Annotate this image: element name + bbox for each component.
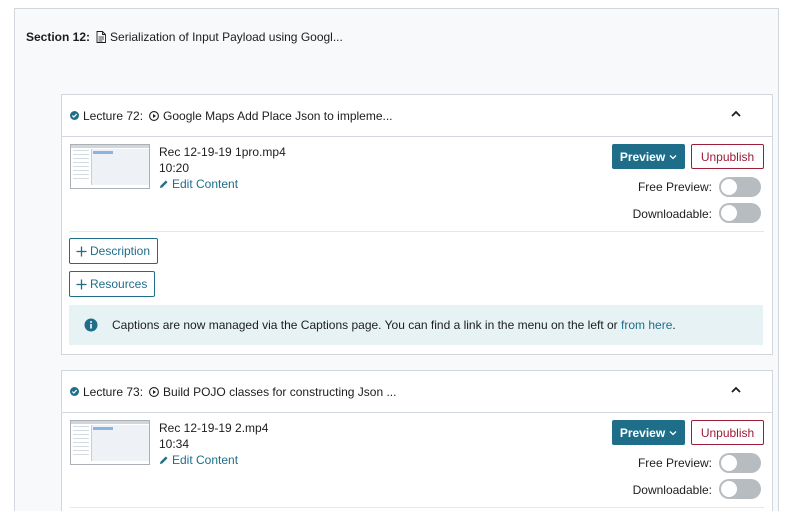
preview-label: Preview (619, 149, 666, 164)
lecture-72-card: Lecture 72: Google Maps Add Place Json t… (61, 94, 773, 355)
downloadable-toggle[interactable] (719, 203, 761, 223)
chevron-down-icon (669, 430, 677, 435)
video-thumbnail (70, 144, 150, 189)
edit-content-label: Edit Content (172, 453, 239, 467)
video-duration: 10:20 (159, 161, 190, 175)
free-preview-label: Free Preview: (637, 456, 712, 470)
downloadable-label: Downloadable: (632, 207, 712, 221)
video-file-name: Rec 12-19-19 2.mp4 (159, 421, 269, 435)
free-preview-toggle[interactable] (719, 177, 761, 197)
chevron-down-icon (669, 154, 677, 159)
edit-content-link[interactable]: Edit Content (159, 177, 238, 191)
video-file-name: Rec 12-19-19 1pro.mp4 (159, 145, 286, 159)
pencil-icon (160, 180, 168, 188)
lecture-header[interactable]: Lecture 72: Google Maps Add Place Json t… (62, 95, 772, 137)
video-row: Rec 12-19-19 1pro.mp4 10:20 Edit Content… (70, 137, 764, 232)
info-icon (84, 318, 98, 332)
section-title: Serialization of Input Payload using Goo… (110, 30, 343, 44)
video-duration: 10:34 (159, 437, 190, 451)
video-row: Rec 12-19-19 2.mp4 10:34 Edit Content Pr… (70, 413, 764, 508)
lecture-label: Lecture 73: (83, 384, 144, 399)
document-icon (96, 31, 106, 43)
info-text: Captions are now managed via the Caption… (112, 318, 676, 332)
edit-content-link[interactable]: Edit Content (159, 453, 238, 467)
preview-label: Preview (619, 425, 666, 440)
lecture-title: Build POJO classes for constructing Json… (163, 384, 397, 399)
chevron-up-icon[interactable] (730, 385, 742, 395)
add-resources-button[interactable]: Resources (69, 271, 156, 297)
unpublish-button[interactable]: Unpublish (691, 420, 764, 445)
chevron-up-icon[interactable] (730, 109, 742, 119)
video-thumbnail (70, 420, 150, 465)
check-circle-icon (70, 111, 79, 120)
play-circle-icon (149, 110, 159, 121)
section-12-panel: Section 12: Serialization of Input Paylo… (14, 8, 779, 511)
section-label: Section 12: (26, 30, 91, 44)
captions-info-alert: Captions are now managed via the Caption… (69, 305, 763, 345)
free-preview-label: Free Preview: (637, 180, 712, 194)
free-preview-toggle[interactable] (719, 453, 761, 473)
resources-label: Resources (90, 277, 148, 291)
downloadable-label: Downloadable: (632, 483, 712, 497)
description-label: Description (90, 244, 151, 258)
preview-button[interactable]: Preview (612, 144, 685, 169)
plus-icon (76, 279, 87, 289)
lecture-title: Google Maps Add Place Json to impleme... (163, 108, 393, 123)
downloadable-toggle[interactable] (719, 479, 761, 499)
edit-content-label: Edit Content (172, 177, 239, 191)
section-header[interactable]: Section 12: Serialization of Input Paylo… (26, 30, 343, 44)
lecture-label: Lecture 72: (83, 108, 144, 123)
preview-button[interactable]: Preview (612, 420, 685, 445)
add-description-button[interactable]: Description (69, 238, 159, 264)
lecture-header[interactable]: Lecture 73: Build POJO classes for const… (62, 371, 772, 413)
play-circle-icon (149, 386, 159, 397)
pencil-icon (160, 456, 168, 464)
from-here-link[interactable]: from here (621, 318, 672, 332)
unpublish-button[interactable]: Unpublish (691, 144, 764, 169)
lecture-73-card: Lecture 73: Build POJO classes for const… (61, 370, 773, 511)
check-circle-icon (70, 387, 79, 396)
plus-icon (76, 246, 87, 256)
